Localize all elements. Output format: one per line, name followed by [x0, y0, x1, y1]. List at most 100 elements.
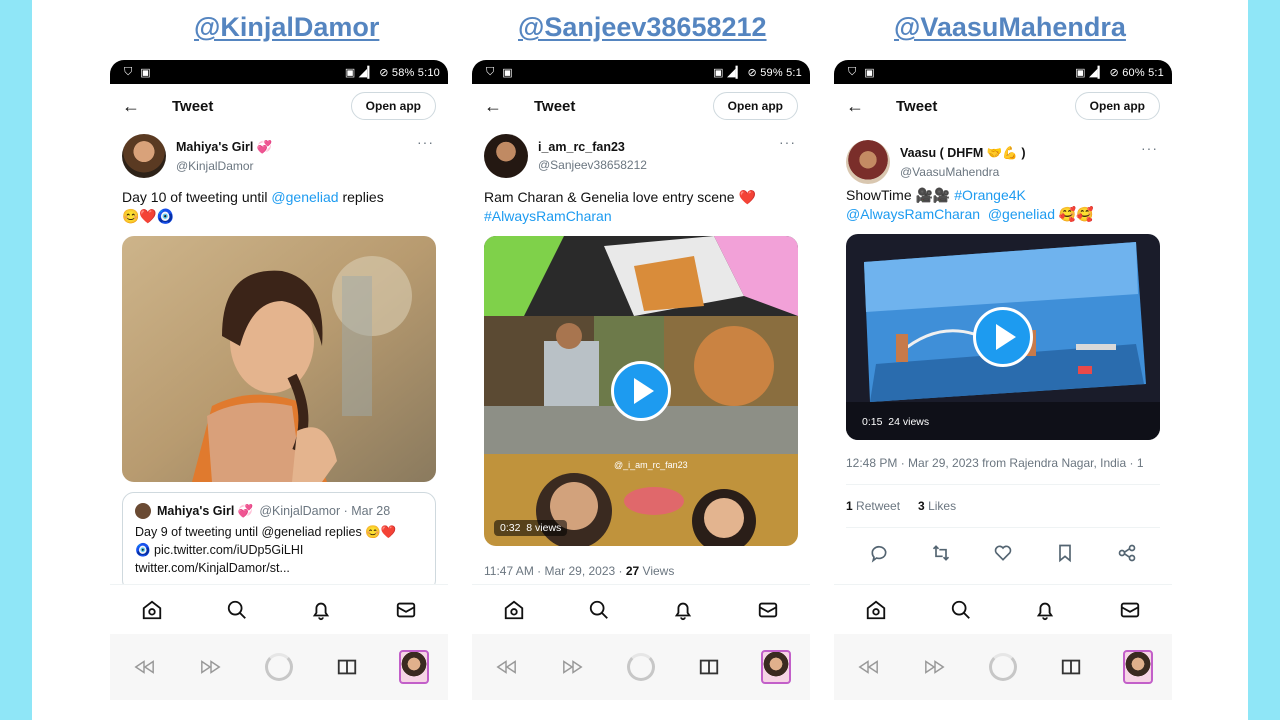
system-nav: [472, 634, 810, 700]
mail-icon[interactable]: [753, 595, 783, 625]
open-app-button[interactable]: Open app: [712, 92, 798, 120]
book-icon[interactable]: [332, 652, 362, 682]
avatar[interactable]: [846, 140, 890, 184]
author-name[interactable]: i_am_rc_fan23: [538, 140, 647, 154]
hashtag-link[interactable]: #Orange4K: [954, 187, 1026, 203]
open-app-button[interactable]: Open app: [1074, 92, 1160, 120]
content-canvas: @KinjalDamor @Sanjeev38658212 @VaasuMahe…: [32, 0, 1248, 720]
retweets-count: 1: [846, 499, 853, 513]
tweet-text-part: Day 10 of tweeting until: [122, 189, 272, 205]
image-icon: ▣: [140, 66, 151, 79]
video-duration: 0:32: [500, 522, 521, 534]
quoted-meta: @KinjalDamor · Mar 28: [259, 504, 391, 518]
mention-link[interactable]: @geneliad: [988, 206, 1055, 222]
shield-icon: ⛉: [486, 65, 495, 78]
status-bar: ⛉ ▣ ▣ ◢▎ ⊘ 59% 5:1: [472, 60, 810, 84]
tweet-video[interactable]: @_i_am_rc_fan23 0:32 8 views: [484, 236, 798, 546]
search-icon[interactable]: [222, 595, 252, 625]
app-thumbnail[interactable]: [399, 650, 430, 684]
retweets-label: Retweet: [852, 499, 901, 513]
tweet-text: Ram Charan & Genelia love entry scene ❤️…: [472, 184, 810, 226]
more-options-icon[interactable]: ···: [1141, 140, 1158, 156]
video-duration: 0:15: [862, 416, 883, 428]
bookmark-icon[interactable]: [1050, 538, 1080, 568]
status-right: ▣ ◢▎ ⊘ 59% 5:1: [713, 66, 802, 79]
tweet-photo[interactable]: [122, 236, 436, 482]
bell-icon[interactable]: [668, 595, 698, 625]
forward-icon[interactable]: [558, 652, 588, 682]
retweet-stat[interactable]: 1 Retweet: [846, 499, 900, 513]
play-button-icon[interactable]: [973, 307, 1033, 367]
like-icon[interactable]: [988, 538, 1018, 568]
book-icon[interactable]: [694, 652, 724, 682]
shield-icon: ⛉: [848, 65, 857, 78]
tweet-text: Day 10 of tweeting until @geneliad repli…: [110, 184, 448, 226]
handle-label-2[interactable]: @Sanjeev38658212: [518, 12, 767, 43]
back-arrow-icon[interactable]: ←: [484, 96, 512, 117]
status-bar: ⛉ ▣ ▣ ◢▎ ⊘ 60% 5:1: [834, 60, 1172, 84]
rewind-icon[interactable]: [491, 652, 521, 682]
home-icon[interactable]: [499, 595, 529, 625]
image-icon: ▣: [502, 66, 513, 79]
quoted-author-name: Mahiya's Girl 💞: [157, 503, 254, 518]
tweet-actions: [834, 528, 1172, 578]
rewind-icon[interactable]: [129, 652, 159, 682]
loading-circle-icon: [626, 652, 656, 682]
views-count: 27: [625, 564, 640, 578]
author-handle[interactable]: @VaasuMahendra: [900, 165, 1026, 179]
search-icon[interactable]: [584, 595, 614, 625]
avatar[interactable]: [122, 134, 166, 178]
system-nav: [110, 634, 448, 700]
tweet-text-part: ShowTime 🎥🎥: [846, 187, 955, 203]
mention-link[interactable]: @AlwaysRamCharan: [846, 206, 980, 222]
video-overlay-tag: @_i_am_rc_fan23: [614, 460, 688, 470]
video-meta: 0:15 24 views: [856, 414, 935, 430]
reply-icon[interactable]: [864, 538, 894, 568]
quoted-tweet[interactable]: Mahiya's Girl 💞 @KinjalDamor · Mar 28 Da…: [122, 492, 436, 592]
handle-label-1[interactable]: @KinjalDamor: [194, 12, 379, 43]
home-icon[interactable]: [861, 595, 891, 625]
likes-stat[interactable]: 3 Likes: [918, 499, 956, 513]
tweet-topbar: ← Tweet Open app: [110, 84, 448, 128]
loading-circle-icon: [264, 652, 294, 682]
share-icon[interactable]: [1112, 538, 1142, 568]
forward-icon[interactable]: [196, 652, 226, 682]
retweet-icon[interactable]: [926, 538, 956, 568]
bell-icon[interactable]: [306, 595, 336, 625]
video-views: 8 views: [526, 522, 562, 534]
author-name[interactable]: Mahiya's Girl 💞: [176, 140, 272, 155]
mention-link[interactable]: @geneliad: [271, 189, 338, 205]
tweet-author: i_am_rc_fan23 @Sanjeev38658212 ···: [472, 128, 810, 184]
views-label: Views: [639, 564, 675, 578]
image-icon: ▣: [864, 66, 875, 79]
author-handle[interactable]: @Sanjeev38658212: [538, 158, 647, 172]
back-arrow-icon[interactable]: ←: [122, 96, 150, 117]
more-options-icon[interactable]: ···: [417, 134, 434, 150]
mail-icon[interactable]: [391, 595, 421, 625]
app-thumbnail[interactable]: [761, 650, 792, 684]
bottom-nav: [110, 584, 448, 634]
quoted-text-line: 🧿 pic.twitter.com/iUDp5GiLHI: [135, 543, 304, 557]
play-button-icon[interactable]: [611, 361, 671, 421]
tweet-timestamp: 11:47 AM · Mar 29, 2023 · 27 Views: [472, 564, 810, 578]
tweet-video[interactable]: 0:15 24 views: [846, 234, 1160, 440]
page-title: Tweet: [534, 97, 576, 115]
forward-icon[interactable]: [920, 652, 950, 682]
hashtag-link[interactable]: #AlwaysRamCharan: [484, 207, 798, 226]
open-app-button[interactable]: Open app: [350, 92, 436, 120]
bell-icon[interactable]: [1030, 595, 1060, 625]
avatar[interactable]: [484, 134, 528, 178]
app-thumbnail[interactable]: [1123, 650, 1154, 684]
handle-label-3[interactable]: @VaasuMahendra: [894, 12, 1126, 43]
home-icon[interactable]: [137, 595, 167, 625]
mail-icon[interactable]: [1115, 595, 1145, 625]
author-name[interactable]: Vaasu ( DHFM 🤝💪 ): [900, 146, 1026, 161]
author-handle[interactable]: @KinjalDamor: [176, 159, 272, 173]
phone-screen-1: ⛉ ▣ ▣ ◢▎ ⊘ 58% 5:10 ← Tweet Open app Mahi…: [110, 60, 448, 700]
likes-count: 3: [918, 499, 925, 513]
more-options-icon[interactable]: ···: [779, 134, 796, 150]
search-icon[interactable]: [946, 595, 976, 625]
rewind-icon[interactable]: [853, 652, 883, 682]
back-arrow-icon[interactable]: ←: [846, 96, 874, 117]
book-icon[interactable]: [1056, 652, 1086, 682]
